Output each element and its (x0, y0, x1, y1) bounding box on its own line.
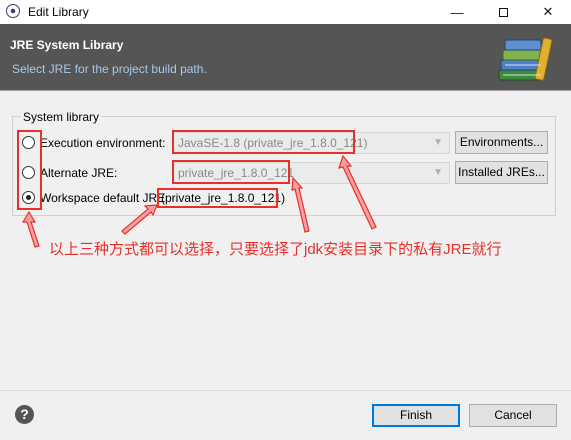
annotation-text: 以上三种方式都可以选择，只要选择了jdk安装目录下的私有JRE就行 (49, 241, 502, 258)
footer-divider (0, 390, 571, 391)
help-icon[interactable]: ? (15, 405, 34, 424)
finish-button[interactable]: Finish (372, 404, 460, 427)
arrow-to-radios (21, 210, 40, 248)
arrow-to-execution-environment (338, 154, 377, 230)
arrow-to-alternate-jre (291, 176, 310, 233)
cancel-button[interactable]: Cancel (469, 404, 557, 427)
arrow-to-workspace-default (121, 204, 158, 235)
annotation-arrows (21, 154, 377, 248)
